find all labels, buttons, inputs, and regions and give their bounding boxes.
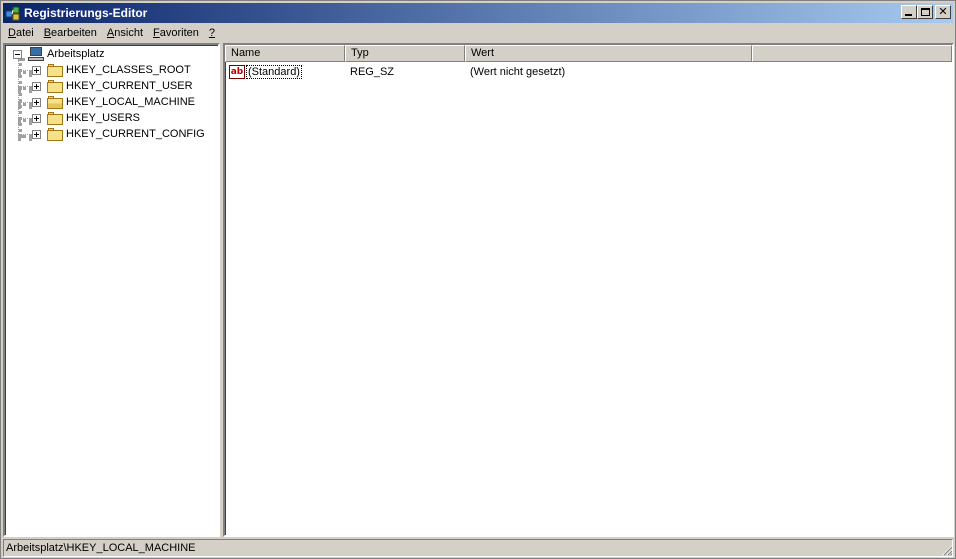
registry-editor-window: Registrierungs-Editor ✕ Datei Bearbeiten…: [0, 0, 956, 559]
folder-icon: [47, 111, 63, 125]
window-controls: ✕: [901, 5, 951, 19]
menu-favoriten[interactable]: Favoriten: [148, 27, 204, 39]
computer-icon: [28, 47, 44, 61]
tree-root[interactable]: Arbeitsplatz: [13, 46, 104, 62]
value-name: (Standard): [246, 65, 302, 79]
status-bar: Arbeitsplatz\HKEY_LOCAL_MACHINE: [3, 539, 953, 557]
tree-item-hkey-local-machine[interactable]: HKEY_LOCAL_MACHINE: [32, 94, 195, 110]
tree-connector: [18, 70, 32, 74]
menu-ansicht[interactable]: Ansicht: [102, 27, 148, 39]
folder-icon: [47, 63, 63, 77]
tree-item-hkey-current-user[interactable]: HKEY_CURRENT_USER: [32, 78, 193, 94]
maximize-button[interactable]: [917, 5, 933, 19]
title-bar[interactable]: Registrierungs-Editor ✕: [3, 3, 953, 23]
expand-icon[interactable]: [32, 113, 41, 123]
expand-icon[interactable]: [32, 81, 41, 91]
open-folder-icon: [47, 95, 63, 109]
close-button[interactable]: ✕: [935, 5, 951, 19]
collapse-icon[interactable]: [13, 49, 22, 59]
value-name-cell: ab (Standard): [225, 65, 345, 79]
values-list[interactable]: Name Typ Wert ab (Standard) REG_SZ (Wert…: [223, 43, 954, 537]
tree-item-label: HKEY_CURRENT_CONFIG: [66, 128, 205, 140]
tree-connector: [18, 118, 32, 122]
status-path: Arbeitsplatz\HKEY_LOCAL_MACHINE: [6, 542, 196, 554]
menu-help[interactable]: ?: [204, 27, 220, 39]
tree-item-label: HKEY_USERS: [66, 112, 140, 124]
tree-root-label: Arbeitsplatz: [47, 48, 105, 60]
folder-icon: [47, 79, 63, 93]
column-header-name[interactable]: Name: [225, 45, 345, 62]
column-header-filler: [752, 45, 952, 62]
folder-icon: [47, 127, 63, 141]
minimize-button[interactable]: [901, 5, 917, 19]
list-item[interactable]: ab (Standard) REG_SZ (Wert nicht gesetzt…: [225, 64, 752, 80]
column-header-value[interactable]: Wert: [465, 45, 752, 62]
tree-connector: [18, 86, 32, 90]
expand-icon[interactable]: [32, 129, 41, 139]
list-header: Name Typ Wert: [225, 45, 952, 62]
expand-icon[interactable]: [32, 65, 41, 75]
tree-item-hkey-current-config[interactable]: HKEY_CURRENT_CONFIG: [32, 126, 205, 142]
tree-item-label: HKEY_CURRENT_USER: [66, 80, 193, 92]
string-value-icon: ab: [229, 65, 245, 79]
resize-grip-icon[interactable]: [941, 544, 953, 556]
expand-icon[interactable]: [32, 97, 41, 107]
menu-datei[interactable]: Datei: [3, 27, 39, 39]
window-title: Registrierungs-Editor: [24, 6, 148, 20]
tree-item-label: HKEY_LOCAL_MACHINE: [66, 96, 195, 108]
minimize-icon: [905, 14, 912, 16]
maximize-icon: [920, 8, 930, 16]
registry-tree[interactable]: Arbeitsplatz HKEY_CLASSES_ROOT HKEY_CURR…: [3, 43, 220, 537]
registry-editor-icon: [5, 6, 20, 21]
menu-bar: Datei Bearbeiten Ansicht Favoriten ?: [3, 24, 953, 42]
tree-item-label: HKEY_CLASSES_ROOT: [66, 64, 191, 76]
tree-item-hkey-classes-root[interactable]: HKEY_CLASSES_ROOT: [32, 62, 191, 78]
tree-connector: [18, 134, 32, 138]
tree-connector: [18, 102, 32, 106]
value-data: (Wert nicht gesetzt): [470, 66, 566, 78]
column-header-type[interactable]: Typ: [345, 45, 465, 62]
close-icon: ✕: [938, 5, 948, 18]
value-type: REG_SZ: [350, 66, 395, 78]
menu-bearbeiten[interactable]: Bearbeiten: [39, 27, 102, 39]
tree-item-hkey-users[interactable]: HKEY_USERS: [32, 110, 140, 126]
